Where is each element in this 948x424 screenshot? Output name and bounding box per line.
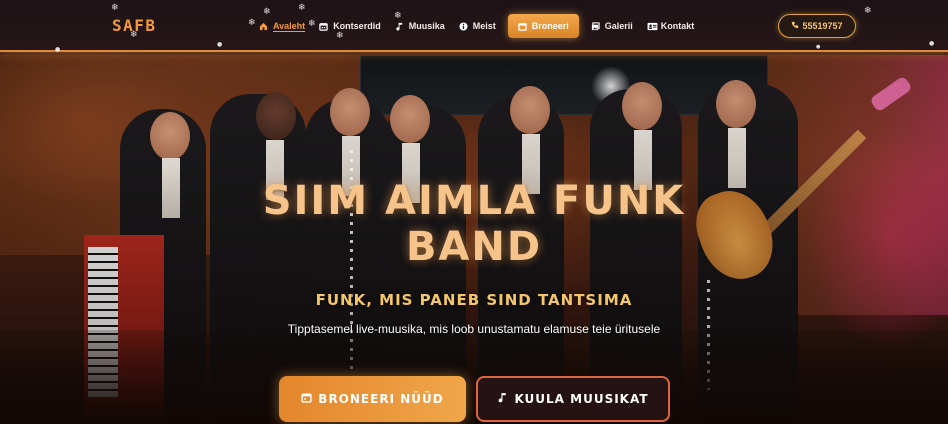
snowflake-icon: ❄ bbox=[336, 31, 344, 41]
hero-title-line2: BAND bbox=[405, 224, 543, 270]
snowflake-icon: ❄ bbox=[394, 11, 402, 21]
snowflake-icon: ● bbox=[929, 40, 935, 47]
listen-music-button[interactable]: KUULA MUUSIKAT bbox=[476, 376, 670, 422]
top-navbar: SAFB Avaleht Kontserdid Muusika Meist Br… bbox=[0, 0, 948, 52]
calendar-icon bbox=[319, 22, 328, 31]
book-now-button[interactable]: BRONEERI NÜÜD bbox=[279, 376, 466, 422]
info-icon bbox=[459, 21, 468, 31]
phone-icon bbox=[791, 21, 799, 31]
snowflake-icon: ● bbox=[816, 44, 821, 50]
phone-button[interactable]: 55519757 bbox=[778, 14, 856, 38]
hero-tagline: FUNK, MIS PANEB SIND TANTSIMA bbox=[315, 291, 633, 309]
snowflake-icon: ❄ bbox=[248, 18, 256, 28]
snowflake-icon: ● bbox=[217, 41, 223, 48]
book-now-label: BRONEERI NÜÜD bbox=[318, 392, 444, 406]
snowflake-icon: ● bbox=[55, 46, 61, 53]
nav-item-label: Meist bbox=[472, 21, 496, 31]
nav-item-label: Avaleht bbox=[273, 21, 306, 31]
home-icon bbox=[259, 22, 268, 31]
nav-item-meist[interactable]: Meist bbox=[452, 14, 503, 38]
snowflake-icon: ❄ bbox=[298, 3, 306, 13]
calendar-icon bbox=[518, 22, 527, 31]
calendar-icon bbox=[301, 392, 312, 406]
hero-title: SIIM AIMLA FUNK BAND bbox=[0, 178, 948, 270]
nav-item-kontserdid[interactable]: Kontserdid bbox=[312, 14, 388, 38]
phone-number: 55519757 bbox=[802, 21, 843, 31]
music-note-icon bbox=[395, 22, 404, 31]
contact-card-icon bbox=[647, 22, 658, 31]
snowflake-icon: ❄ bbox=[864, 6, 872, 16]
hero-title-line1: SIIM AIMLA FUNK bbox=[262, 178, 686, 224]
nav-item-galerii[interactable]: Galerii bbox=[584, 14, 640, 38]
snowflake-icon: ❄ bbox=[111, 3, 119, 13]
nav-item-kontakt[interactable]: Kontakt bbox=[640, 14, 702, 38]
hero-subtitle: Tipptasemel live-muusika, mis loob unust… bbox=[287, 322, 661, 336]
nav-book-button[interactable]: Broneeri bbox=[507, 14, 579, 38]
snowflake-icon: ❄ bbox=[263, 7, 271, 17]
nav-item-label: Muusika bbox=[408, 21, 445, 31]
images-icon bbox=[591, 21, 600, 31]
music-note-icon bbox=[497, 392, 508, 406]
snowflake-icon: ❄ bbox=[130, 30, 138, 40]
nav-item-label: Kontakt bbox=[660, 21, 695, 31]
nav-item-label: Galerii bbox=[604, 21, 633, 31]
snowflake-icon: ❄ bbox=[308, 19, 316, 29]
main-nav: Avaleht Kontserdid Muusika Meist Broneer… bbox=[252, 14, 701, 38]
nav-item-avaleht[interactable]: Avaleht bbox=[252, 14, 312, 38]
listen-music-label: KUULA MUUSIKAT bbox=[514, 392, 649, 406]
nav-book-label: Broneeri bbox=[531, 21, 569, 31]
nav-item-label: Kontserdid bbox=[333, 21, 381, 31]
